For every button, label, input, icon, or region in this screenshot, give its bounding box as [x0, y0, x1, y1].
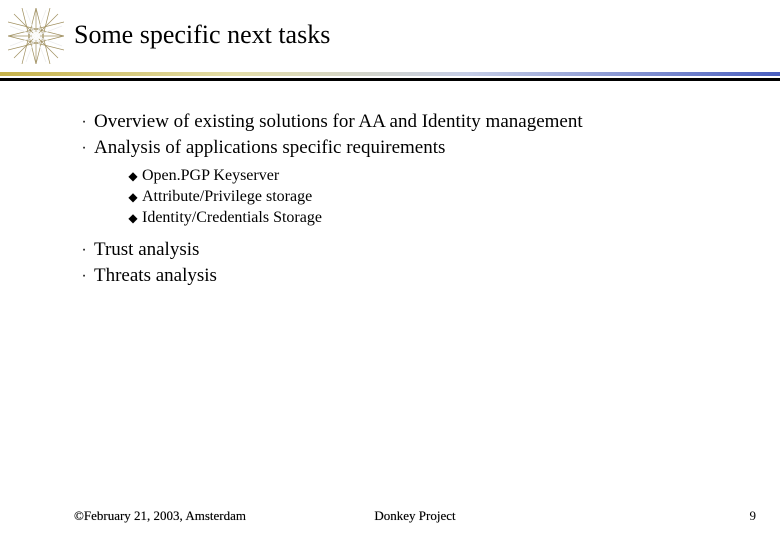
- footer-project: Donkey Project: [301, 508, 528, 524]
- slide-title: Some specific next tasks: [74, 20, 330, 50]
- bullet-item: · Trust analysis: [74, 238, 740, 262]
- footer-date: ©February 21, 2003, Amsterdam: [0, 508, 301, 524]
- bullet-text: Analysis of applications specific requir…: [94, 136, 445, 160]
- sub-bullet-text: Open.PGP Keyserver: [142, 166, 279, 186]
- footer-page-number: 9: [529, 508, 780, 524]
- bullet-icon: ·: [74, 264, 94, 288]
- slide-footer: ©February 21, 2003, Amsterdam Donkey Pro…: [0, 508, 780, 524]
- slide-body: · Overview of existing solutions for AA …: [74, 110, 740, 290]
- sub-bullet-icon: ◆: [124, 166, 142, 186]
- bullet-item: · Analysis of applications specific requ…: [74, 136, 740, 160]
- bullet-item: · Threats analysis: [74, 264, 740, 288]
- sub-bullet-item: ◆ Open.PGP Keyserver: [124, 166, 740, 186]
- bullet-text: Overview of existing solutions for AA an…: [94, 110, 583, 134]
- sub-bullet-text: Identity/Credentials Storage: [142, 208, 322, 228]
- bullet-icon: ·: [74, 238, 94, 262]
- sub-bullet-icon: ◆: [124, 208, 142, 228]
- bullet-icon: ·: [74, 110, 94, 134]
- sub-bullet-text: Attribute/Privilege storage: [142, 187, 312, 207]
- bullet-item: · Overview of existing solutions for AA …: [74, 110, 740, 134]
- sub-bullet-icon: ◆: [124, 187, 142, 207]
- bullet-text: Threats analysis: [94, 264, 217, 288]
- sub-bullet-list: ◆ Open.PGP Keyserver ◆ Attribute/Privile…: [124, 166, 740, 228]
- sub-bullet-item: ◆ Identity/Credentials Storage: [124, 208, 740, 228]
- title-underline: [0, 72, 780, 82]
- bullet-icon: ·: [74, 136, 94, 160]
- starburst-decoration: [8, 8, 64, 64]
- sub-bullet-item: ◆ Attribute/Privilege storage: [124, 187, 740, 207]
- bullet-text: Trust analysis: [94, 238, 199, 262]
